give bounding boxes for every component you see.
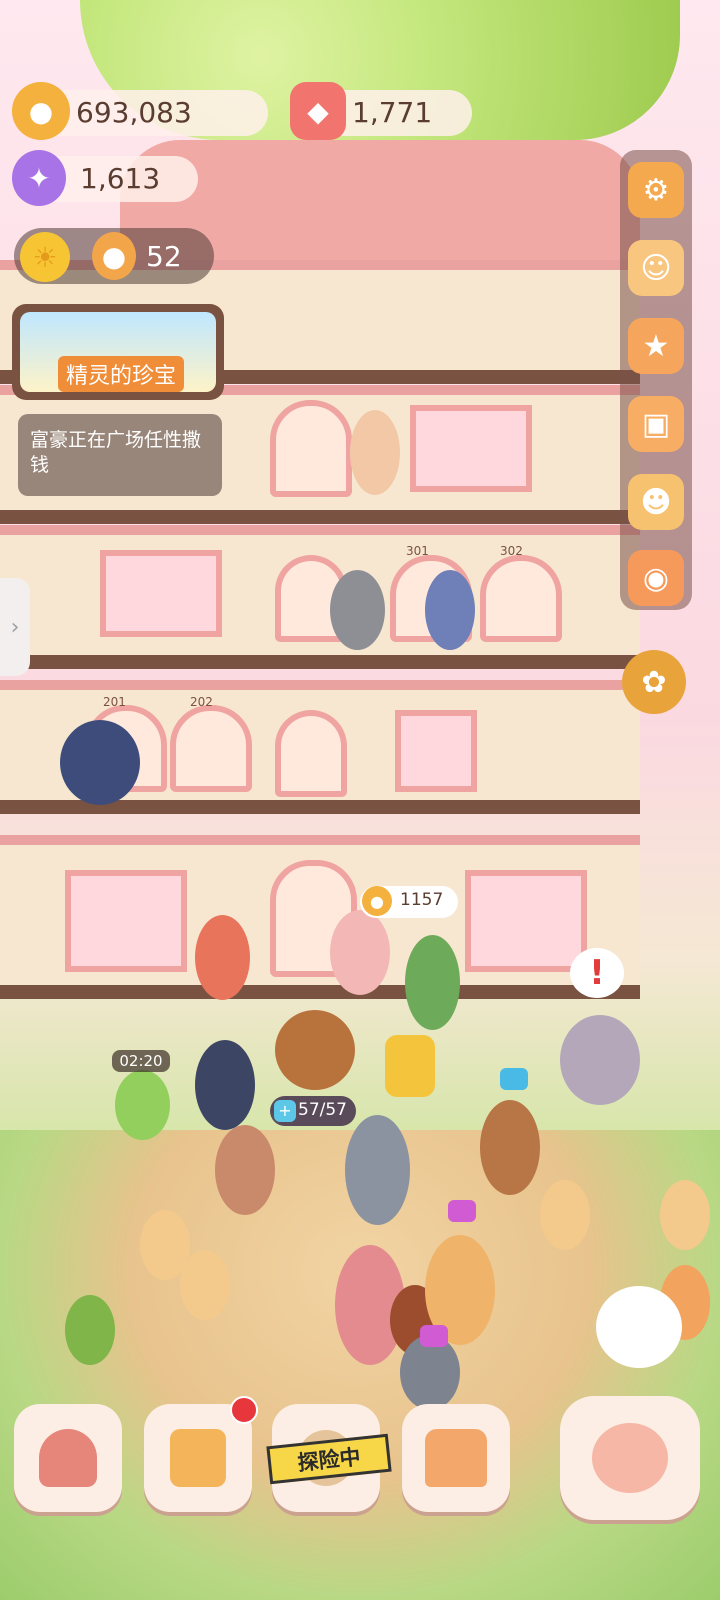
shop-window xyxy=(465,870,587,972)
plus-icon[interactable]: + xyxy=(274,1100,296,1122)
room-number: 201 xyxy=(103,695,126,709)
npc-character[interactable] xyxy=(345,1115,410,1225)
gift-basket-icon[interactable]: ✿ xyxy=(622,650,686,714)
token-amount: 52 xyxy=(146,240,182,273)
room-number: 301 xyxy=(406,544,429,558)
room-door-302[interactable] xyxy=(480,555,562,642)
npc-character[interactable] xyxy=(350,410,400,495)
npc-character[interactable] xyxy=(215,1125,275,1215)
room-door-202[interactable] xyxy=(170,705,252,792)
room-number: 202 xyxy=(190,695,213,709)
shop-window xyxy=(100,550,222,637)
alert-exclamation-icon[interactable]: ! xyxy=(570,948,624,998)
notification-dot xyxy=(230,1396,258,1424)
backpack-icon[interactable]: ▣ xyxy=(628,396,684,452)
shop-stall-icon xyxy=(425,1429,487,1487)
build-mushroom-button[interactable] xyxy=(14,1404,122,1512)
shop-window xyxy=(395,710,477,792)
tv-icon xyxy=(448,1200,476,1222)
elevator-door[interactable] xyxy=(275,710,347,797)
npc-character[interactable] xyxy=(330,570,385,650)
npc-character[interactable] xyxy=(65,1295,115,1365)
pink-gem-icon: ◆ xyxy=(290,82,346,140)
npc-character[interactable] xyxy=(480,1100,540,1195)
event-banner-title: 精灵的珍宝 xyxy=(58,356,185,392)
npc-character[interactable] xyxy=(195,1040,255,1130)
npc-character[interactable] xyxy=(180,1250,230,1320)
shop-window xyxy=(410,405,532,492)
right-sidebar xyxy=(620,150,692,610)
shopkeeper-character[interactable] xyxy=(275,1010,355,1090)
npc-character[interactable] xyxy=(195,915,250,1000)
npc-character[interactable] xyxy=(405,935,460,1030)
coin-icon: ● xyxy=(12,82,70,140)
npc-character[interactable] xyxy=(330,910,390,995)
npc-character[interactable] xyxy=(540,1180,590,1250)
camera-icon[interactable]: ◉ xyxy=(628,550,684,606)
shop-button[interactable] xyxy=(402,1404,510,1512)
tv-icon xyxy=(500,1068,528,1090)
notice-text: 富豪正在广场任性撒钱 xyxy=(30,429,202,476)
npc-character[interactable] xyxy=(115,1070,170,1140)
gem-amount: 1,771 xyxy=(352,96,433,129)
star-shop-icon[interactable]: ★ xyxy=(628,318,684,374)
npc-character[interactable] xyxy=(660,1180,710,1250)
gear-icon[interactable]: ⚙ xyxy=(628,162,684,218)
crystal-icon: ✦ xyxy=(12,150,66,206)
treasure-box-icon[interactable] xyxy=(385,1035,435,1097)
friends-icon[interactable]: ☻ xyxy=(628,474,684,530)
profile-card-icon[interactable]: ☺ xyxy=(628,240,684,296)
coin-amount: 693,083 xyxy=(76,96,192,129)
sun-icon: ☀ xyxy=(20,232,70,282)
mushroom-house-icon xyxy=(39,1429,97,1487)
notebook-icon xyxy=(170,1429,226,1487)
npc-character[interactable] xyxy=(425,570,475,650)
cookie-token-icon: ● xyxy=(92,232,136,280)
coin-earnings-amount: 1157 xyxy=(400,890,444,910)
shop-window xyxy=(65,870,187,972)
pet-button[interactable] xyxy=(560,1396,700,1520)
chevron-right-icon[interactable]: › xyxy=(0,578,30,676)
tv-icon xyxy=(420,1325,448,1347)
pet-fish-icon xyxy=(592,1423,668,1493)
room-number: 302 xyxy=(500,544,523,558)
coin-icon: ● xyxy=(362,886,392,916)
npc-character[interactable] xyxy=(560,1015,640,1105)
capacity-value: 57/57 xyxy=(298,1100,347,1120)
elevator-door[interactable] xyxy=(270,400,352,497)
speech-bubble-character-icon[interactable] xyxy=(596,1286,682,1368)
crystal-amount: 1,613 xyxy=(80,162,161,195)
npc-character[interactable] xyxy=(60,720,140,805)
timer-badge: 02:20 xyxy=(112,1050,170,1072)
